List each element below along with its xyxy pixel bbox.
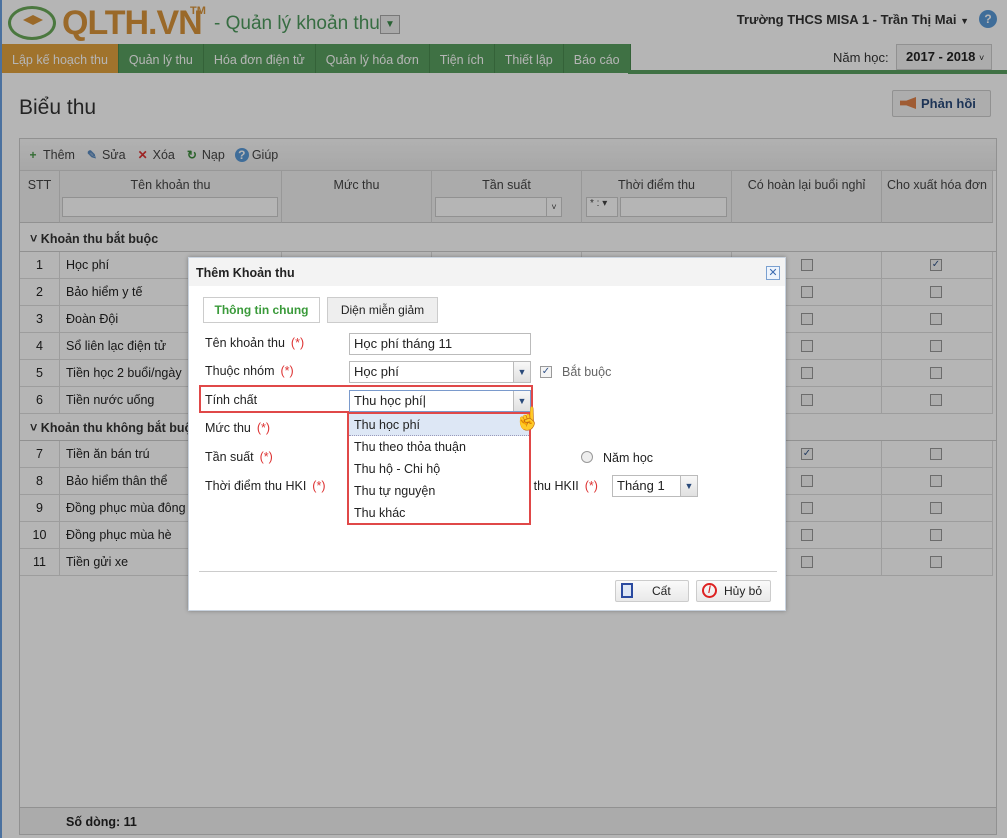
amount-label: Mức thu (*) bbox=[205, 421, 271, 435]
save-label: Cất bbox=[652, 584, 671, 598]
hk1-label: Thời điểm thu HKI (*) bbox=[205, 479, 326, 493]
save-icon bbox=[621, 583, 633, 598]
nature-label: Tính chất bbox=[205, 393, 258, 407]
hk2-select[interactable]: Tháng 1 ▼ bbox=[612, 475, 698, 497]
frequency-label: Tần suất (*) bbox=[205, 450, 273, 464]
name-input[interactable]: Học phí tháng 11 bbox=[349, 333, 531, 355]
dialog-title-text: Thêm Khoản thu bbox=[196, 266, 295, 280]
nature-value: Thu học phí bbox=[354, 393, 423, 408]
school-year-radio[interactable] bbox=[581, 451, 593, 463]
save-button[interactable]: Cất bbox=[615, 580, 689, 602]
divider bbox=[199, 571, 777, 572]
group-value: Học phí bbox=[354, 364, 399, 379]
cancel-button[interactable]: / Hủy bỏ bbox=[696, 580, 771, 602]
close-icon[interactable]: ✕ bbox=[766, 266, 780, 280]
highlight-box bbox=[347, 412, 531, 525]
chevron-down-icon[interactable]: ▼ bbox=[680, 476, 697, 496]
cancel-label: Hủy bỏ bbox=[724, 584, 763, 598]
cancel-icon: / bbox=[702, 583, 717, 598]
group-label: Thuộc nhóm (*) bbox=[205, 364, 294, 378]
nature-select[interactable]: Thu học phí| ▼ bbox=[349, 390, 531, 412]
chevron-down-icon[interactable]: ▼ bbox=[513, 362, 530, 382]
name-label: Tên khoản thu (*) bbox=[205, 336, 305, 350]
school-year-label: Năm học bbox=[603, 451, 654, 465]
mandatory-label: Bắt buộc bbox=[562, 365, 612, 379]
add-fee-dialog: Thêm Khoản thu ✕ Thông tin chung Diện mi… bbox=[188, 257, 786, 611]
mandatory-checkbox[interactable]: ✓ bbox=[540, 366, 552, 378]
hand-cursor-icon: ☝ bbox=[514, 406, 542, 431]
tab-general-info[interactable]: Thông tin chung bbox=[203, 297, 320, 323]
hk2-value: Tháng 1 bbox=[617, 478, 665, 493]
group-select[interactable]: Học phí ▼ bbox=[349, 361, 531, 383]
tab-discounts[interactable]: Diện miễn giảm bbox=[327, 297, 438, 323]
dialog-title: Thêm Khoản thu bbox=[189, 258, 785, 286]
